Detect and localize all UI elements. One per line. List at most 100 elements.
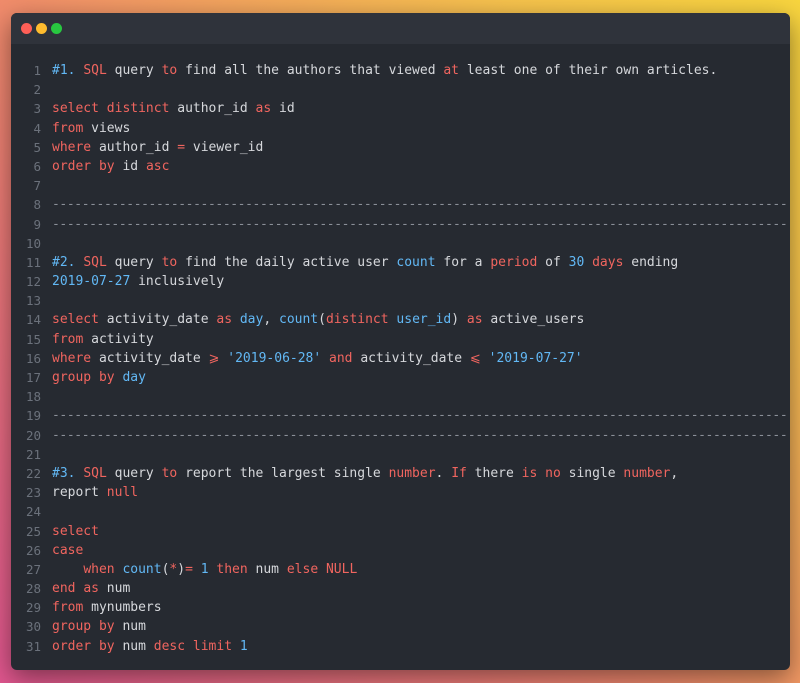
code-line: 7 bbox=[11, 176, 790, 195]
code-token: least one of their own articles. bbox=[459, 63, 718, 78]
code-line: 21 bbox=[11, 445, 790, 464]
code-token: activity_date bbox=[352, 350, 470, 366]
code-line: 30 group by num bbox=[11, 617, 790, 636]
line-content: 2019-07-27 inclusively bbox=[52, 272, 787, 291]
code-token: count bbox=[396, 254, 436, 270]
code-token: end bbox=[52, 581, 76, 597]
code-line: 25 select bbox=[11, 522, 790, 541]
code-token: , bbox=[670, 465, 679, 481]
line-number: 6 bbox=[33, 158, 41, 174]
code-token: find the daily active user bbox=[177, 254, 397, 270]
line-content: from activity bbox=[52, 330, 787, 349]
line-number: 25 bbox=[25, 523, 41, 539]
code-token: where bbox=[52, 139, 92, 155]
code-token: group by bbox=[52, 370, 115, 385]
code-token: select bbox=[52, 312, 99, 328]
code-line: 13 bbox=[11, 291, 790, 310]
code-line: 8 ---------------------------------------… bbox=[11, 195, 790, 214]
code-token: ----------------------------------------… bbox=[52, 427, 787, 443]
code-token: as bbox=[255, 101, 272, 117]
code-token: distinct bbox=[106, 101, 170, 117]
code-line: 6 order by id asc bbox=[11, 157, 790, 176]
code-token: day bbox=[122, 370, 146, 385]
code-token: ending bbox=[623, 254, 679, 270]
line-content: order by num desc limit 1 bbox=[52, 637, 787, 656]
code-editor[interactable]: 1 #1. SQL query to find all the authors t… bbox=[11, 61, 790, 656]
code-line: 5 where author_id = viewer_id bbox=[11, 138, 790, 157]
code-line: 1 #1. SQL query to find all the authors t… bbox=[11, 61, 790, 80]
code-token: query bbox=[106, 254, 162, 270]
line-number: 29 bbox=[25, 600, 41, 616]
code-line: 24 bbox=[11, 502, 790, 521]
code-token: asc bbox=[145, 158, 170, 174]
code-line: 31 order by num desc limit 1 bbox=[11, 637, 790, 656]
line-number: 1 bbox=[33, 63, 41, 78]
maximize-icon[interactable] bbox=[51, 23, 62, 34]
code-token: for a bbox=[435, 254, 491, 270]
code-line: 15 from activity bbox=[11, 330, 790, 349]
line-number: 23 bbox=[25, 485, 41, 501]
code-token: to bbox=[161, 254, 178, 270]
code-token: number bbox=[623, 465, 671, 481]
code-line: 10 bbox=[11, 234, 790, 253]
line-content: case bbox=[52, 541, 787, 560]
code-token: ) bbox=[451, 312, 467, 328]
line-number: 12 bbox=[25, 274, 41, 290]
code-token: of bbox=[537, 254, 569, 270]
code-token: and bbox=[329, 350, 353, 366]
line-content: ----------------------------------------… bbox=[52, 195, 787, 214]
code-token: #1. bbox=[52, 63, 84, 78]
code-token: distinct bbox=[325, 312, 389, 328]
line-content: group by num bbox=[52, 617, 787, 636]
code-token: group by bbox=[52, 619, 115, 635]
line-number: 7 bbox=[33, 178, 41, 194]
line-content: ----------------------------------------… bbox=[52, 215, 787, 234]
line-content: ----------------------------------------… bbox=[52, 426, 787, 445]
code-token: count bbox=[122, 561, 162, 577]
code-line: 16 where activity_date ⩾ '2019-06-28' and… bbox=[11, 349, 790, 368]
minimize-icon[interactable] bbox=[36, 23, 47, 34]
code-token: no bbox=[545, 465, 561, 481]
code-token: ) bbox=[177, 561, 186, 577]
code-line: 29 from mynumbers bbox=[11, 598, 790, 617]
code-token: author_id bbox=[169, 101, 256, 117]
code-token: order by bbox=[52, 638, 115, 654]
line-number: 16 bbox=[25, 350, 41, 366]
code-token: ----------------------------------------… bbox=[52, 408, 787, 424]
line-number: 27 bbox=[25, 561, 41, 577]
close-icon[interactable] bbox=[21, 23, 32, 34]
code-token: 30 bbox=[568, 254, 585, 270]
code-token: activity_date bbox=[98, 312, 217, 328]
line-content: from mynumbers bbox=[52, 598, 787, 617]
code-line: 26 case bbox=[11, 541, 790, 560]
code-line: 19 --------------------------------------… bbox=[11, 406, 790, 425]
line-content: report null bbox=[52, 483, 787, 502]
line-number: 2 bbox=[33, 82, 41, 98]
code-token: activity_date bbox=[91, 350, 209, 366]
line-number: 4 bbox=[33, 120, 41, 136]
code-token: day bbox=[239, 312, 264, 328]
line-number: 21 bbox=[25, 446, 41, 462]
code-token: as bbox=[83, 581, 99, 597]
code-line: 18 bbox=[11, 387, 790, 406]
code-token: author_id bbox=[91, 139, 178, 155]
code-token: to bbox=[161, 63, 178, 78]
line-number: 20 bbox=[25, 427, 41, 443]
line-content: #3. SQL query to report the largest sing… bbox=[52, 464, 787, 483]
line-number: 26 bbox=[25, 542, 41, 558]
line-number: 13 bbox=[25, 293, 41, 309]
code-token: num bbox=[114, 638, 154, 654]
line-content: #2. SQL query to find the daily active u… bbox=[52, 253, 787, 272]
code-line: 20 --------------------------------------… bbox=[11, 426, 790, 445]
line-content: select activity_date as day, count(disti… bbox=[52, 310, 787, 329]
code-line: 22 #3. SQL query to report the largest si… bbox=[11, 464, 790, 483]
line-number: 28 bbox=[25, 581, 41, 597]
line-content: ----------------------------------------… bbox=[52, 406, 787, 425]
line-number: 22 bbox=[25, 465, 41, 481]
code-token: days bbox=[592, 254, 624, 270]
code-token: activity bbox=[83, 331, 154, 347]
